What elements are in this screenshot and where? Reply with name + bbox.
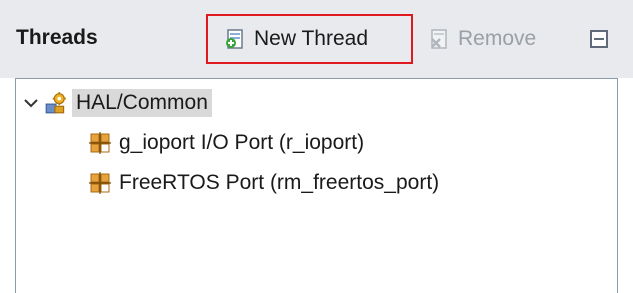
- remove-button[interactable]: Remove: [424, 14, 574, 64]
- collapse-icon[interactable]: [590, 30, 608, 48]
- tree-node-label: FreeRTOS Port (rm_freertos_port): [119, 171, 440, 194]
- tree-node-freertos-port[interactable]: FreeRTOS Port (rm_freertos_port): [89, 165, 439, 201]
- chevron-down-icon[interactable]: [22, 94, 40, 112]
- new-thread-label: New Thread: [254, 27, 369, 50]
- module-icon: [89, 132, 111, 154]
- module-icon: [89, 172, 111, 194]
- threads-toolbar: Threads New Thread Remove: [0, 0, 633, 78]
- tree-node-label: HAL/Common: [72, 89, 212, 117]
- remove-label: Remove: [458, 27, 537, 50]
- module-gear-icon: [45, 92, 66, 114]
- new-thread-button[interactable]: New Thread: [206, 14, 413, 64]
- threads-tree-panel: HAL/Common g_ioport I/O Port (r_ioport) …: [15, 78, 618, 293]
- new-thread-icon: [226, 29, 243, 49]
- tree-node-hal-common[interactable]: HAL/Common: [22, 85, 212, 121]
- remove-icon: [431, 29, 447, 49]
- tree-node-ioport[interactable]: g_ioport I/O Port (r_ioport): [89, 125, 364, 161]
- tree-node-label: g_ioport I/O Port (r_ioport): [119, 131, 365, 154]
- threads-title: Threads: [16, 26, 98, 49]
